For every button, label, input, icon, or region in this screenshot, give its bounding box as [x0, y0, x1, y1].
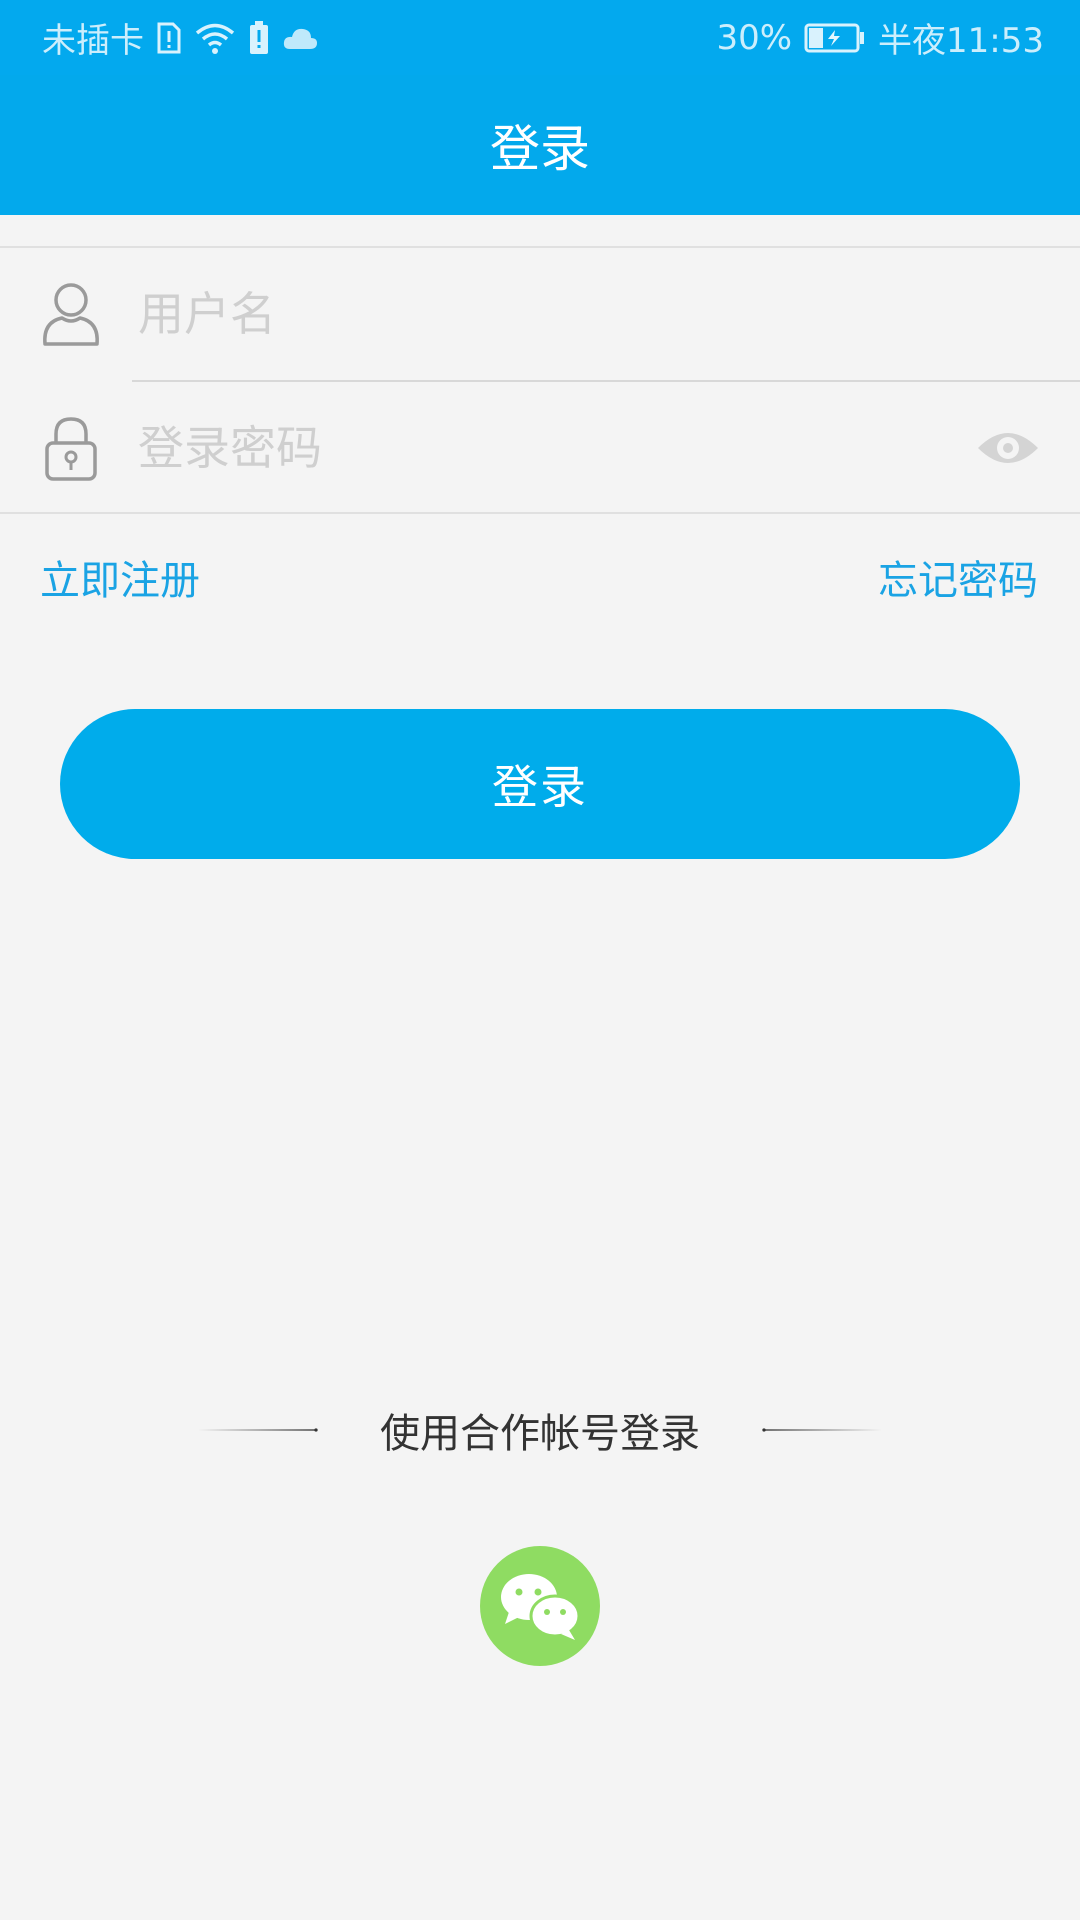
sim-alert-icon	[156, 21, 182, 55]
forgot-password-link[interactable]: 忘记密码	[878, 548, 1038, 606]
login-button[interactable]: 登录	[60, 709, 1020, 859]
lock-icon	[40, 414, 102, 482]
battery-percent: 30%	[716, 17, 793, 58]
wifi-icon	[194, 21, 236, 55]
battery-saver-icon	[248, 20, 270, 56]
login-form	[0, 246, 1080, 514]
divider-line-left	[168, 1428, 348, 1432]
clock: 半夜11:53	[878, 21, 1044, 61]
cloud-icon	[282, 25, 318, 51]
username-row	[0, 248, 1080, 380]
user-icon	[40, 280, 102, 348]
divider-line-right	[732, 1428, 912, 1432]
register-link[interactable]: 立即注册	[40, 548, 200, 606]
carrier-label: 未插卡	[42, 21, 144, 61]
password-row	[0, 382, 1080, 514]
battery-charging-icon	[804, 23, 866, 53]
status-bar-left: 未插卡	[42, 13, 318, 62]
status-bar-right: 30% 半夜11:53	[716, 13, 1044, 62]
partner-login-divider: 使用合作帐号登录	[0, 1400, 1080, 1460]
partner-login-label: 使用合作帐号登录	[380, 1411, 700, 1457]
wechat-icon	[497, 1570, 583, 1642]
page-title: 登录	[490, 120, 590, 178]
app-header: 登录	[0, 75, 1080, 215]
status-bar: 未插卡 30% 半夜11:53	[0, 0, 1080, 75]
wechat-login-button[interactable]	[480, 1546, 600, 1666]
login-screen: 未插卡 30% 半夜11:53 登录 用户名 立即注册 忘记密码 登录 使用合作…	[0, 0, 1080, 1920]
eye-icon[interactable]	[976, 424, 1040, 472]
password-input[interactable]	[138, 408, 938, 488]
username-input[interactable]	[138, 274, 938, 354]
